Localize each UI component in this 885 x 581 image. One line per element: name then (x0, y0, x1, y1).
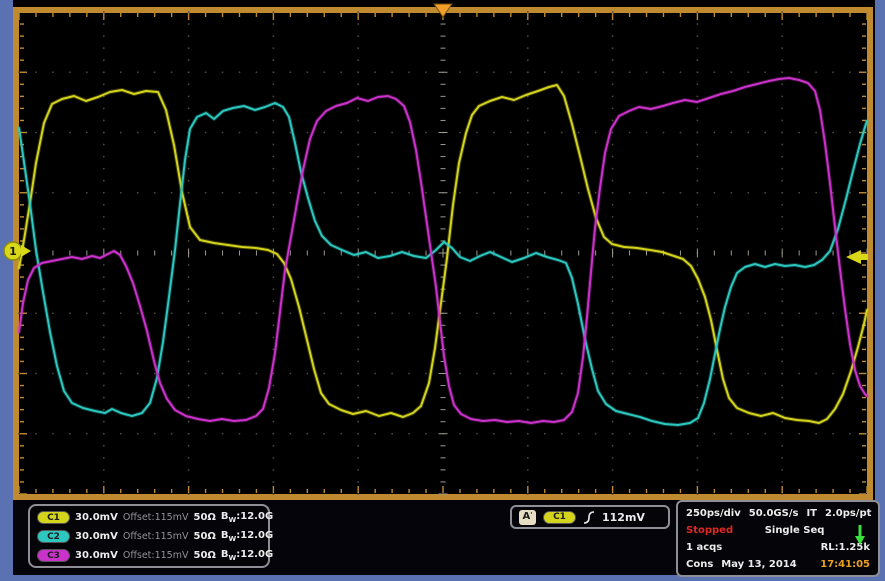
channel-readout-box[interactable]: C1 30.0mV Offset:115mV 50Ω BW:12.0G C2 3… (28, 504, 270, 568)
graticule (18, 11, 868, 495)
c2-offset: Offset:115mV (123, 531, 189, 542)
ch1-marker-label: 1 (9, 245, 17, 258)
c1-impedance: 50Ω (193, 512, 215, 523)
c1-offset: Offset:115mV (123, 512, 189, 523)
c3-impedance: 50Ω (193, 550, 215, 561)
c2-scale: 30.0mV (75, 531, 118, 542)
c2-impedance: 50Ω (193, 531, 215, 542)
channel-row-c2[interactable]: C2 30.0mV Offset:115mV 50Ω BW:12.0G (37, 527, 261, 546)
sample-resolution: 2.0ps/pt (825, 508, 871, 519)
trigger-level-arrow[interactable] (846, 250, 868, 264)
acq-label: Cons (686, 559, 713, 570)
c3-bandwidth: BW:12.0G (221, 549, 273, 562)
trace-c2 (19, 103, 867, 425)
acq-status: Stopped (686, 525, 733, 536)
trace-c2 (19, 103, 867, 425)
c2-bandwidth: BW:12.0G (221, 530, 273, 543)
acquisition-readout-box[interactable]: 250ps/div 50.0GS/s IT 2.0ps/pt Stopped S… (676, 500, 880, 577)
interp-mode: IT (806, 508, 817, 519)
c3-offset: Offset:115mV (123, 550, 189, 561)
ch1-reference-marker[interactable]: 1 (4, 242, 31, 260)
channel-badge-c2[interactable]: C2 (37, 530, 70, 543)
acq-mode: Single Seq (765, 525, 825, 536)
channel-row-c3[interactable]: C3 30.0mV Offset:115mV 50Ω BW:12.0G (37, 546, 261, 565)
status-bar: C1 30.0mV Offset:115mV 50Ω BW:12.0G C2 3… (13, 500, 875, 575)
timebase: 250ps/div (686, 508, 741, 519)
channel-row-c1[interactable]: C1 30.0mV Offset:115mV 50Ω BW:12.0G (37, 508, 261, 527)
trigger-readout-box[interactable]: A' C1 112mV (510, 505, 670, 529)
single-seq-arrow-icon (854, 523, 866, 547)
trigger-source-badge: A' (519, 510, 536, 525)
channel-badge-c3[interactable]: C3 (37, 549, 70, 562)
oscilloscope-window: 1 C1 30.0mV Offset:115mV 50Ω BW:12.0G C2… (0, 0, 885, 581)
c1-bandwidth: BW:12.0G (221, 511, 273, 524)
channel-badge-c1[interactable]: C1 (37, 511, 70, 524)
acq-time: 17:41:05 (820, 559, 870, 570)
c1-scale: 30.0mV (75, 512, 118, 523)
acq-date: May 13, 2014 (721, 559, 796, 570)
waveform-display: 1 (0, 0, 885, 581)
sample-rate: 50.0GS/s (749, 508, 799, 519)
c3-scale: 30.0mV (75, 550, 118, 561)
rising-edge-icon (583, 510, 595, 525)
acq-count: 1 acqs (686, 542, 722, 553)
trigger-channel-badge[interactable]: C1 (543, 511, 576, 524)
trigger-level: 112mV (602, 511, 645, 524)
